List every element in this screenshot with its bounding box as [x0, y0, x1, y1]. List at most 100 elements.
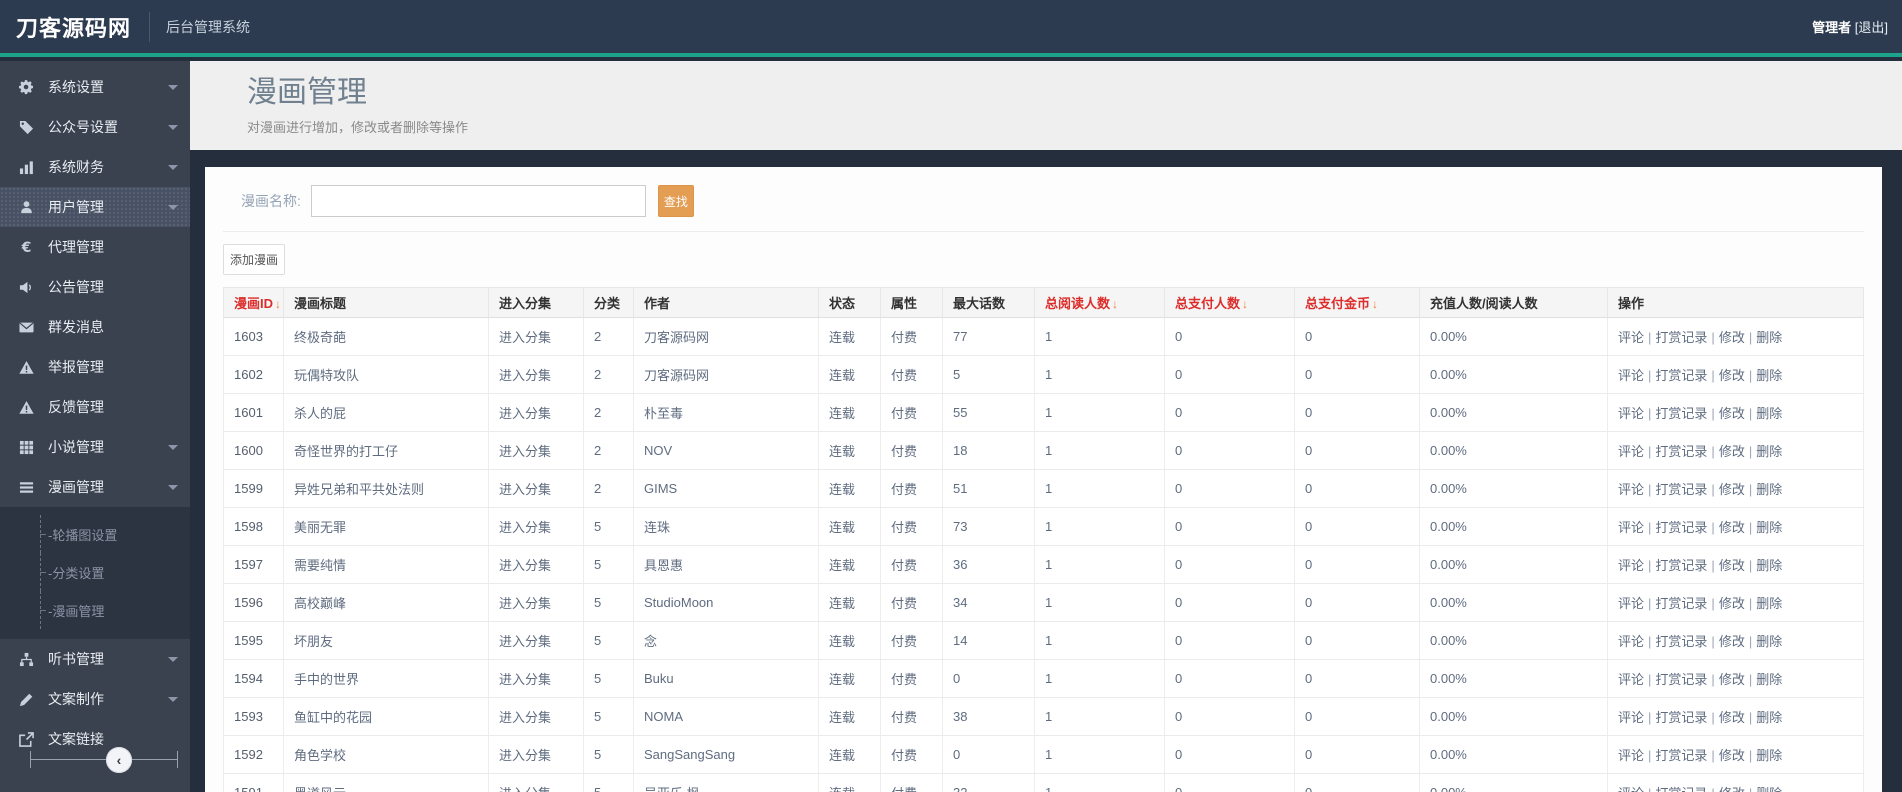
cell-total-readers: 1	[1034, 735, 1165, 774]
enter-episodes-link[interactable]: 进入分集	[499, 558, 551, 573]
search-button[interactable]: 查找	[657, 185, 694, 217]
enter-episodes-link[interactable]: 进入分集	[499, 406, 551, 421]
cell-actions: 评论|打赏记录|修改|删除	[1607, 697, 1864, 736]
action-link-comment[interactable]: 评论	[1618, 710, 1644, 725]
action-link-delete[interactable]: 删除	[1756, 748, 1782, 763]
action-link-edit[interactable]: 修改	[1719, 558, 1745, 573]
cell-total-coins: 0	[1294, 621, 1420, 660]
action-link-delete[interactable]: 删除	[1756, 520, 1782, 535]
action-link-reward-log[interactable]: 打赏记录	[1655, 596, 1707, 611]
enter-episodes-link[interactable]: 进入分集	[499, 482, 551, 497]
sidebar-item-漫画管理[interactable]: 漫画管理	[0, 467, 190, 507]
cell-author: 吴亚乐,枫	[633, 773, 819, 792]
action-link-edit[interactable]: 修改	[1719, 406, 1745, 421]
action-link-reward-log[interactable]: 打赏记录	[1655, 482, 1707, 497]
column-header-漫画ID[interactable]: 漫画ID ↓	[223, 287, 284, 318]
submenu-item-分类设置[interactable]: -分类设置	[0, 553, 190, 591]
enter-episodes-link[interactable]: 进入分集	[499, 330, 551, 345]
action-link-delete[interactable]: 删除	[1756, 634, 1782, 649]
bar-chart-icon	[18, 159, 34, 175]
action-link-edit[interactable]: 修改	[1719, 482, 1745, 497]
action-link-reward-log[interactable]: 打赏记录	[1655, 672, 1707, 687]
enter-episodes-link[interactable]: 进入分集	[499, 710, 551, 725]
action-link-edit[interactable]: 修改	[1719, 368, 1745, 383]
sidebar-item-代理管理[interactable]: € 代理管理	[0, 227, 190, 267]
cell-enter-episodes: 进入分集	[488, 317, 584, 356]
action-link-comment[interactable]: 评论	[1618, 368, 1644, 383]
action-link-comment[interactable]: 评论	[1618, 748, 1644, 763]
action-link-reward-log[interactable]: 打赏记录	[1655, 368, 1707, 383]
sidebar-item-群发消息[interactable]: 群发消息	[0, 307, 190, 347]
sidebar-item-举报管理[interactable]: 举报管理	[0, 347, 190, 387]
action-link-delete[interactable]: 删除	[1756, 672, 1782, 687]
sidebar-item-系统财务[interactable]: 系统财务	[0, 147, 190, 187]
action-link-delete[interactable]: 删除	[1756, 786, 1782, 792]
enter-episodes-link[interactable]: 进入分集	[499, 444, 551, 459]
sidebar-item-小说管理[interactable]: 小说管理	[0, 427, 190, 467]
column-header-总支付人数[interactable]: 总支付人数 ↓	[1164, 287, 1295, 318]
action-link-delete[interactable]: 删除	[1756, 710, 1782, 725]
sidebar-item-公众号设置[interactable]: 公众号设置	[0, 107, 190, 147]
action-link-reward-log[interactable]: 打赏记录	[1655, 786, 1707, 792]
action-link-reward-log[interactable]: 打赏记录	[1655, 444, 1707, 459]
action-separator: |	[1711, 710, 1715, 725]
action-link-comment[interactable]: 评论	[1618, 634, 1644, 649]
sidebar-item-用户管理[interactable]: 用户管理	[0, 187, 190, 227]
action-link-edit[interactable]: 修改	[1719, 710, 1745, 725]
action-link-reward-log[interactable]: 打赏记录	[1655, 330, 1707, 345]
sidebar-collapse-button[interactable]: ‹	[106, 747, 132, 773]
action-link-reward-log[interactable]: 打赏记录	[1655, 558, 1707, 573]
action-link-reward-log[interactable]: 打赏记录	[1655, 634, 1707, 649]
table-row: 1597 需要纯情 进入分集 5 具恩惠 连载 付费 36 1 0 0 0.00% 评论 | 打赏记录 | 修改…	[223, 545, 1864, 584]
action-link-edit[interactable]: 修改	[1719, 596, 1745, 611]
action-link-comment[interactable]: 评论	[1618, 444, 1644, 459]
action-link-comment[interactable]: 评论	[1618, 520, 1644, 535]
action-link-comment[interactable]: 评论	[1618, 596, 1644, 611]
action-link-delete[interactable]: 删除	[1756, 444, 1782, 459]
comic-name-input[interactable]	[310, 185, 646, 217]
action-link-edit[interactable]: 修改	[1719, 672, 1745, 687]
action-link-delete[interactable]: 删除	[1756, 406, 1782, 421]
action-link-delete[interactable]: 删除	[1756, 482, 1782, 497]
action-link-edit[interactable]: 修改	[1719, 786, 1745, 792]
action-link-edit[interactable]: 修改	[1719, 634, 1745, 649]
add-comic-button[interactable]: 添加漫画	[223, 244, 286, 275]
action-link-edit[interactable]: 修改	[1719, 444, 1745, 459]
enter-episodes-link[interactable]: 进入分集	[499, 748, 551, 763]
action-link-edit[interactable]: 修改	[1719, 748, 1745, 763]
action-link-delete[interactable]: 删除	[1756, 558, 1782, 573]
sidebar-item-文案制作[interactable]: 文案制作	[0, 679, 190, 719]
enter-episodes-link[interactable]: 进入分集	[499, 672, 551, 687]
column-header-总支付金币[interactable]: 总支付金币 ↓	[1294, 287, 1420, 318]
action-link-edit[interactable]: 修改	[1719, 520, 1745, 535]
action-link-reward-log[interactable]: 打赏记录	[1655, 710, 1707, 725]
enter-episodes-link[interactable]: 进入分集	[499, 596, 551, 611]
action-link-comment[interactable]: 评论	[1618, 558, 1644, 573]
enter-episodes-link[interactable]: 进入分集	[499, 634, 551, 649]
action-link-comment[interactable]: 评论	[1618, 672, 1644, 687]
action-link-reward-log[interactable]: 打赏记录	[1655, 406, 1707, 421]
sidebar-item-反馈管理[interactable]: 反馈管理	[0, 387, 190, 427]
enter-episodes-link[interactable]: 进入分集	[499, 786, 551, 792]
logout-link[interactable]: [退出]	[1855, 20, 1888, 35]
submenu-item-漫画管理[interactable]: -漫画管理	[0, 591, 190, 629]
action-link-reward-log[interactable]: 打赏记录	[1655, 748, 1707, 763]
enter-episodes-link[interactable]: 进入分集	[499, 520, 551, 535]
action-link-comment[interactable]: 评论	[1618, 786, 1644, 792]
submenu-item-轮播图设置[interactable]: -轮播图设置	[0, 515, 190, 553]
sidebar-item-系统设置[interactable]: 系统设置	[0, 67, 190, 107]
sidebar-item-听书管理[interactable]: 听书管理	[0, 639, 190, 679]
cell-category: 2	[583, 431, 634, 470]
enter-episodes-link[interactable]: 进入分集	[499, 368, 551, 383]
action-link-reward-log[interactable]: 打赏记录	[1655, 520, 1707, 535]
action-link-edit[interactable]: 修改	[1719, 330, 1745, 345]
column-header-总阅读人数[interactable]: 总阅读人数 ↓	[1034, 287, 1165, 318]
action-link-delete[interactable]: 删除	[1756, 596, 1782, 611]
action-link-comment[interactable]: 评论	[1618, 482, 1644, 497]
action-link-comment[interactable]: 评论	[1618, 330, 1644, 345]
action-link-delete[interactable]: 删除	[1756, 368, 1782, 383]
action-link-comment[interactable]: 评论	[1618, 406, 1644, 421]
action-link-delete[interactable]: 删除	[1756, 330, 1782, 345]
cell-comic-id: 1593	[223, 697, 284, 736]
sidebar-item-公告管理[interactable]: 公告管理	[0, 267, 190, 307]
